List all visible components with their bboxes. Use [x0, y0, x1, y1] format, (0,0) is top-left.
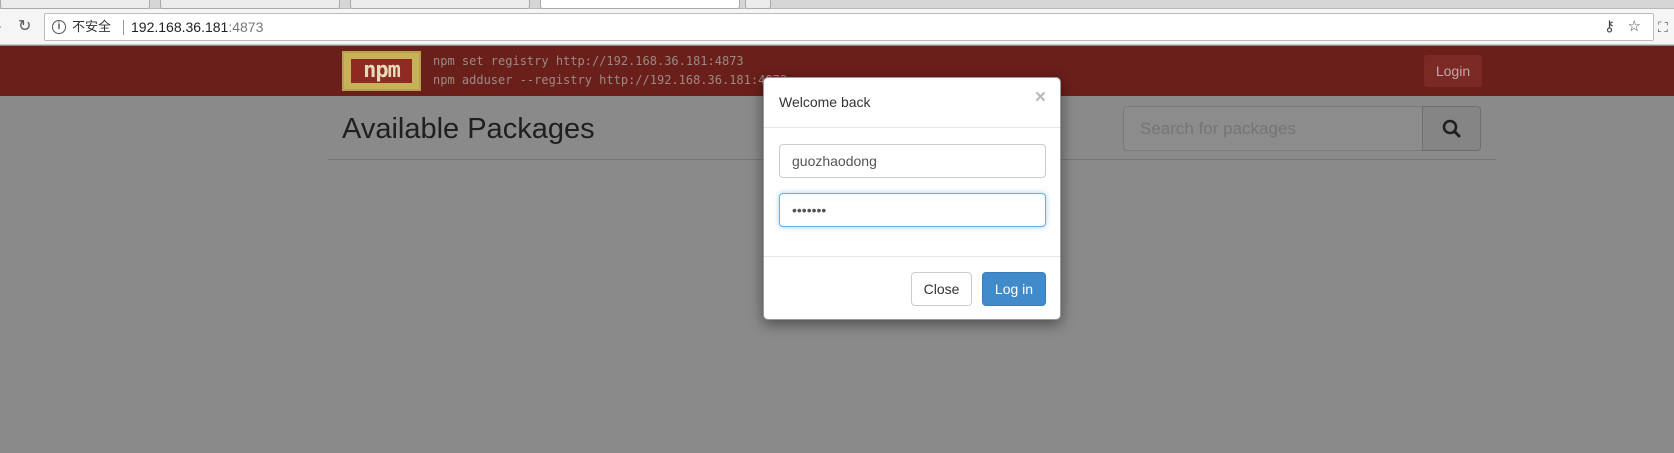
info-icon[interactable]: i [52, 20, 66, 34]
url-text[interactable]: 192.168.36.181:4873 [131, 14, 263, 40]
search-button[interactable] [1422, 106, 1481, 151]
password-field[interactable] [779, 193, 1046, 227]
browser-tab-active[interactable] [540, 0, 740, 9]
browser-tab-strip [0, 0, 1674, 9]
address-bar[interactable]: i 不安全 192.168.36.181:4873 ⚷ ☆ [44, 13, 1654, 41]
url-separator [123, 20, 124, 35]
registry-command: npm set registry http://192.168.36.181:4… [433, 54, 744, 68]
new-tab-button[interactable] [745, 0, 771, 9]
reload-icon[interactable]: ↻ [18, 9, 31, 45]
adduser-command: npm adduser --registry http://192.168.36… [433, 73, 788, 87]
modal-close-icon[interactable]: × [1035, 88, 1046, 108]
key-icon[interactable]: ⚷ [1604, 14, 1615, 40]
search-input[interactable] [1140, 107, 1410, 150]
url-host: 192.168.36.181 [131, 19, 229, 35]
login-modal: Welcome back × Close Log in [763, 77, 1061, 320]
npm-logo-text: npm [351, 59, 412, 83]
page-title: Available Packages [342, 113, 595, 145]
login-button[interactable]: Log in [982, 272, 1046, 306]
forward-icon[interactable]: › [0, 9, 1, 45]
navbar-login-button[interactable]: Login [1424, 55, 1482, 87]
url-port: :4873 [228, 19, 264, 35]
package-search[interactable] [1123, 106, 1423, 151]
browser-toolbar: › ↻ i 不安全 192.168.36.181:4873 ⚷ ☆ ⛶ [0, 9, 1674, 45]
search-icon [1442, 119, 1461, 138]
npm-logo[interactable]: npm [342, 51, 421, 91]
username-field[interactable] [779, 144, 1046, 178]
close-button[interactable]: Close [911, 272, 972, 306]
browser-tab[interactable] [0, 0, 150, 9]
star-icon[interactable]: ☆ [1628, 14, 1641, 40]
browser-tab[interactable] [160, 0, 340, 9]
modal-title: Welcome back [779, 94, 871, 110]
fullscreen-icon[interactable]: ⛶ [1658, 9, 1668, 45]
browser-tab[interactable] [350, 0, 530, 9]
modal-header-divider [764, 127, 1060, 128]
security-label[interactable]: 不安全 [72, 14, 111, 40]
modal-footer-divider [764, 256, 1060, 257]
